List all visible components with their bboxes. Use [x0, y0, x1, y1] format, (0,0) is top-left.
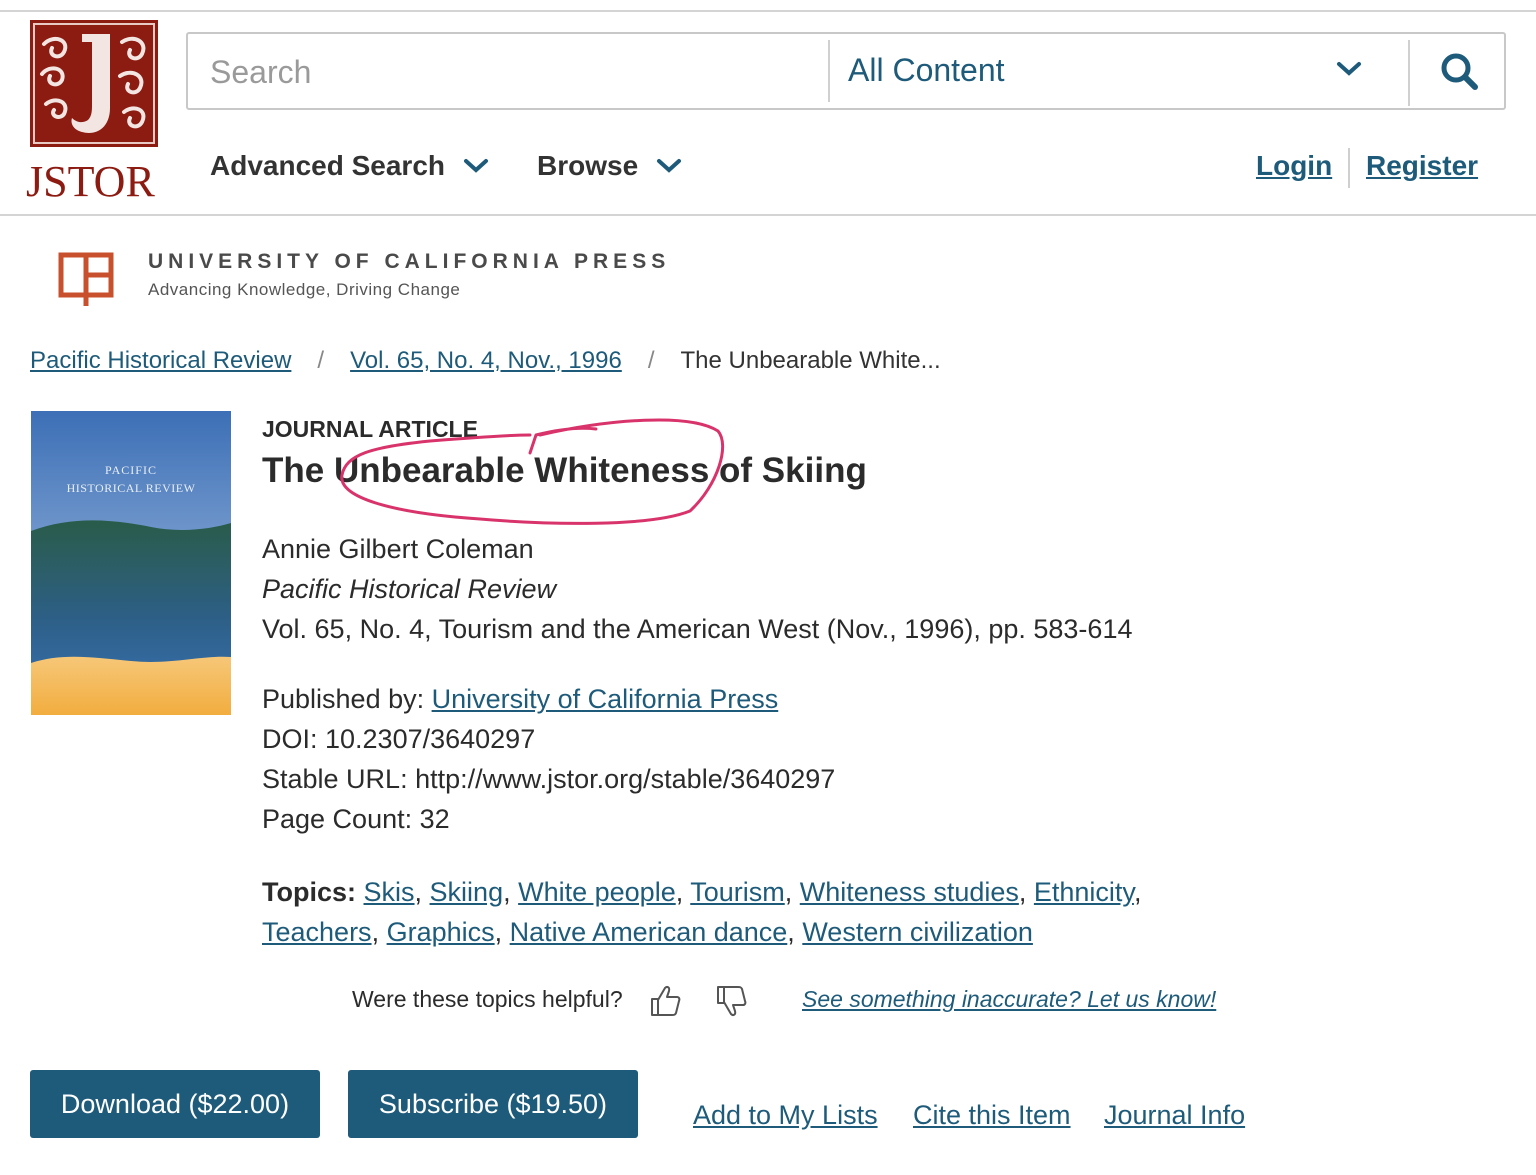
search-input[interactable] [208, 46, 812, 98]
register-link[interactable]: Register [1366, 150, 1478, 182]
search-button[interactable] [1424, 46, 1494, 96]
breadcrumb: Pacific Historical Review / Vol. 65, No.… [30, 347, 941, 375]
top-divider [0, 10, 1536, 12]
stable-url: Stable URL: http://www.jstor.org/stable/… [262, 764, 836, 794]
browse-menu[interactable]: Browse [537, 150, 682, 182]
advanced-search-menu[interactable]: Advanced Search [210, 150, 489, 182]
subscribe-button[interactable]: Subscribe ($19.50) [348, 1070, 638, 1138]
breadcrumb-separator: / [317, 347, 325, 374]
issue-details: Vol. 65, No. 4, Tourism and the American… [262, 614, 1133, 644]
breadcrumb-issue-link[interactable]: Vol. 65, No. 4, Nov., 1996 [350, 347, 622, 375]
journal-name: Pacific Historical Review [262, 574, 557, 604]
login-link[interactable]: Login [1256, 150, 1332, 182]
chevron-down-icon [657, 159, 682, 173]
jstor-wordmark[interactable]: JSTOR [26, 156, 155, 207]
article-author: Annie Gilbert Coleman [262, 534, 534, 564]
chevron-down-icon[interactable] [1336, 60, 1362, 78]
topic-link[interactable]: Western civilization [802, 917, 1033, 947]
breadcrumb-journal-link[interactable]: Pacific Historical Review [30, 347, 291, 375]
breadcrumb-current: The Unbearable White... [680, 347, 941, 374]
add-to-lists-link[interactable]: Add to My Lists [693, 1100, 878, 1131]
topic-link[interactable]: Teachers [262, 917, 372, 947]
doi: DOI: 10.2307/3640297 [262, 724, 536, 754]
report-inaccuracy-link[interactable]: See something inaccurate? Let us know! [802, 986, 1216, 1013]
topics-helpful-question: Were these topics helpful? [352, 986, 623, 1012]
advanced-search-label: Advanced Search [210, 150, 445, 181]
published-by-label: Published by: [262, 684, 432, 714]
topic-link[interactable]: Ethnicity [1034, 877, 1134, 907]
annotation-circle-mark [340, 418, 725, 525]
browse-label: Browse [537, 150, 639, 181]
header-divider [0, 214, 1536, 216]
topic-link[interactable]: Tourism [690, 877, 785, 907]
publisher-name: UNIVERSITY OF CALIFORNIA PRESS [148, 250, 671, 273]
jstor-logo-mark[interactable] [30, 20, 158, 147]
uc-press-logo-icon[interactable] [58, 248, 116, 308]
thumbs-up-icon[interactable] [650, 984, 682, 1018]
auth-divider [1348, 148, 1350, 188]
cover-title-line1: PACIFIC [105, 463, 157, 477]
publisher-tagline: Advancing Knowledge, Driving Change [148, 280, 461, 299]
topic-link[interactable]: Whiteness studies [800, 877, 1019, 907]
jstor-j-emblem-icon [33, 23, 155, 144]
cite-item-link[interactable]: Cite this Item [913, 1100, 1071, 1131]
chevron-down-icon [464, 159, 488, 173]
cover-title-line2: HISTORICAL REVIEW [66, 481, 196, 495]
journal-cover-image[interactable]: PACIFIC HISTORICAL REVIEW [31, 411, 231, 715]
topic-link[interactable]: Native American dance [510, 917, 788, 947]
topic-link[interactable]: Skis [364, 877, 415, 907]
journal-info-link[interactable]: Journal Info [1104, 1100, 1245, 1131]
topics-list: Topics: Skis, Skiing, White people, Tour… [262, 877, 1142, 947]
search-bar: All Content [186, 32, 1506, 110]
download-button[interactable]: Download ($22.00) [30, 1070, 320, 1138]
cover-artwork [31, 411, 231, 715]
topic-link[interactable]: White people [518, 877, 676, 907]
content-type-select[interactable]: All Content [848, 52, 1005, 89]
topic-link[interactable]: Graphics [387, 917, 495, 947]
search-divider [1408, 40, 1410, 106]
thumbs-down-icon[interactable] [716, 984, 748, 1018]
page-count: Page Count: 32 [262, 804, 450, 834]
topic-link[interactable]: Skiing [430, 877, 504, 907]
breadcrumb-separator: / [647, 347, 655, 374]
search-icon [1441, 53, 1478, 90]
topics-label: Topics: [262, 877, 356, 907]
publisher-link[interactable]: University of California Press [432, 684, 779, 714]
select-divider [828, 40, 830, 102]
published-by: Published by: University of California P… [262, 684, 778, 715]
